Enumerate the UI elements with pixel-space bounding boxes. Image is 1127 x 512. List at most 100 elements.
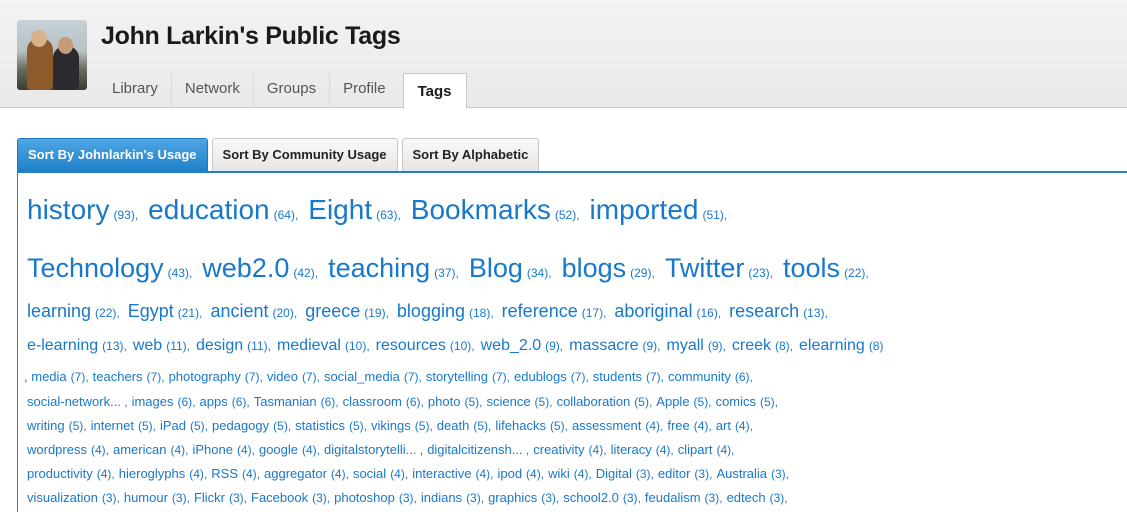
tag-link[interactable]: research — [729, 301, 799, 321]
tag-link[interactable]: Flickr — [194, 490, 225, 505]
tag-link[interactable]: social-network... — [27, 394, 121, 409]
tag-link[interactable]: aggregator — [264, 466, 327, 481]
tag-link[interactable]: social_media — [324, 369, 400, 384]
tag-link[interactable]: aboriginal — [614, 301, 692, 321]
tag-link[interactable]: images — [132, 394, 174, 409]
tag-link[interactable]: imported — [590, 194, 699, 225]
tag-link[interactable]: Blog — [469, 253, 523, 283]
tag-link[interactable]: statistics — [295, 418, 345, 433]
tag-link[interactable]: design — [196, 337, 243, 354]
tag-link[interactable]: google — [259, 442, 298, 457]
tag-link[interactable]: free — [667, 418, 689, 433]
tag-link[interactable]: blogs — [562, 253, 627, 283]
sort-by-user-usage-tab[interactable]: Sort By Johnlarkin's Usage — [17, 138, 208, 171]
tag-link[interactable]: clipart — [678, 442, 713, 457]
tag-link[interactable]: interactive — [412, 466, 471, 481]
tag-link[interactable]: Egypt — [128, 301, 174, 321]
tag-link[interactable]: creativity — [533, 442, 584, 457]
tag-link[interactable]: e-learning — [27, 337, 98, 354]
tag-link[interactable]: hieroglyphs — [119, 466, 186, 481]
tab-profile[interactable]: Profile — [330, 73, 399, 108]
tag-link[interactable]: productivity — [27, 466, 93, 481]
tag-link[interactable]: photography — [169, 369, 241, 384]
tag-link[interactable]: students — [593, 369, 642, 384]
tag-link[interactable]: resources — [376, 337, 446, 354]
tag-link[interactable]: Tasmanian — [254, 394, 317, 409]
tag-link[interactable]: teaching — [328, 253, 430, 283]
tag-link[interactable]: Technology — [27, 253, 164, 283]
tag-link[interactable]: collaboration — [557, 394, 631, 409]
tag-link[interactable]: web2.0 — [202, 253, 289, 283]
tag-link[interactable]: classroom — [343, 394, 402, 409]
tag-link[interactable]: edublogs — [514, 369, 567, 384]
tag-link[interactable]: photo — [428, 394, 461, 409]
tag-link[interactable]: photoshop — [334, 490, 395, 505]
tag-link[interactable]: video — [267, 369, 298, 384]
tag-link[interactable]: edtech — [727, 490, 766, 505]
avatar[interactable] — [17, 20, 87, 90]
tag-link[interactable]: tools — [783, 253, 840, 283]
tag-link[interactable]: apps — [200, 394, 228, 409]
tag-link[interactable]: medieval — [277, 337, 341, 354]
tag-link[interactable]: storytelling — [426, 369, 488, 384]
tag-link[interactable]: indians — [421, 490, 462, 505]
tag-link[interactable]: science — [486, 394, 530, 409]
tag-link[interactable]: Facebook — [251, 490, 308, 505]
tag-link[interactable]: pedagogy — [212, 418, 269, 433]
sort-by-alphabetic-tab[interactable]: Sort By Alphabetic — [401, 138, 540, 171]
tag-link[interactable]: massacre — [569, 337, 638, 354]
tag-link[interactable]: blogging — [397, 301, 465, 321]
tag-link[interactable]: ipod — [497, 466, 522, 481]
tag-link[interactable]: web_2.0 — [481, 337, 542, 354]
tag-link[interactable]: feudalism — [645, 490, 701, 505]
tag-link[interactable]: Australia — [716, 466, 767, 481]
tag-link[interactable]: wiki — [548, 466, 570, 481]
tag-link[interactable]: writing — [27, 418, 65, 433]
tag-link[interactable]: myall — [667, 337, 704, 354]
tag-link[interactable]: learning — [27, 301, 91, 321]
tag-count: (9) — [545, 339, 560, 353]
tag-link[interactable]: editor — [658, 466, 691, 481]
sort-by-community-usage-tab[interactable]: Sort By Community Usage — [211, 138, 398, 171]
tag-link[interactable]: digitalcitizensh... — [427, 442, 522, 457]
tag-link[interactable]: teachers — [93, 369, 143, 384]
tag-link[interactable]: Digital — [596, 466, 632, 481]
tag-link[interactable]: reference — [502, 301, 578, 321]
tag-link[interactable]: american — [113, 442, 166, 457]
tag-link[interactable]: art — [716, 418, 731, 433]
tag-link[interactable]: ancient — [210, 301, 268, 321]
tag-link[interactable]: literacy — [611, 442, 652, 457]
tag-link[interactable]: Eight — [308, 194, 372, 225]
tag-link[interactable]: creek — [732, 337, 771, 354]
tag-link[interactable]: Apple — [656, 394, 689, 409]
tab-tags[interactable]: Tags — [402, 73, 467, 109]
tag-link[interactable]: wordpress — [27, 442, 87, 457]
tag-link[interactable]: Twitter — [665, 253, 745, 283]
tag-link[interactable]: web — [133, 337, 162, 354]
tag-link[interactable]: elearning — [799, 337, 865, 354]
tag-link[interactable]: graphics — [488, 490, 537, 505]
tag-link[interactable]: education — [148, 194, 269, 225]
tag-link[interactable]: assessment — [572, 418, 641, 433]
tag-link[interactable]: digitalstorytelli... — [324, 442, 416, 457]
tag-link[interactable]: humour — [124, 490, 168, 505]
tag-link[interactable]: social — [353, 466, 386, 481]
tag-link[interactable]: greece — [305, 301, 360, 321]
tag-link[interactable]: community — [668, 369, 731, 384]
tag-link[interactable]: visualization — [27, 490, 98, 505]
tag-link[interactable]: iPhone — [192, 442, 232, 457]
tag-link[interactable]: history — [27, 194, 109, 225]
tag-link[interactable]: iPad — [160, 418, 186, 433]
tag-link[interactable]: lifehacks — [495, 418, 546, 433]
tag-link[interactable]: vikings — [371, 418, 411, 433]
tab-network[interactable]: Network — [172, 73, 254, 108]
tag-link[interactable]: media — [31, 369, 66, 384]
tag-link[interactable]: comics — [716, 394, 756, 409]
tag-link[interactable]: RSS — [211, 466, 238, 481]
tag-link[interactable]: death — [437, 418, 470, 433]
tag-link[interactable]: Bookmarks — [411, 194, 551, 225]
tab-library[interactable]: Library — [99, 73, 172, 108]
tag-link[interactable]: school2.0 — [563, 490, 619, 505]
tag-link[interactable]: internet — [91, 418, 134, 433]
tab-groups[interactable]: Groups — [254, 73, 331, 108]
